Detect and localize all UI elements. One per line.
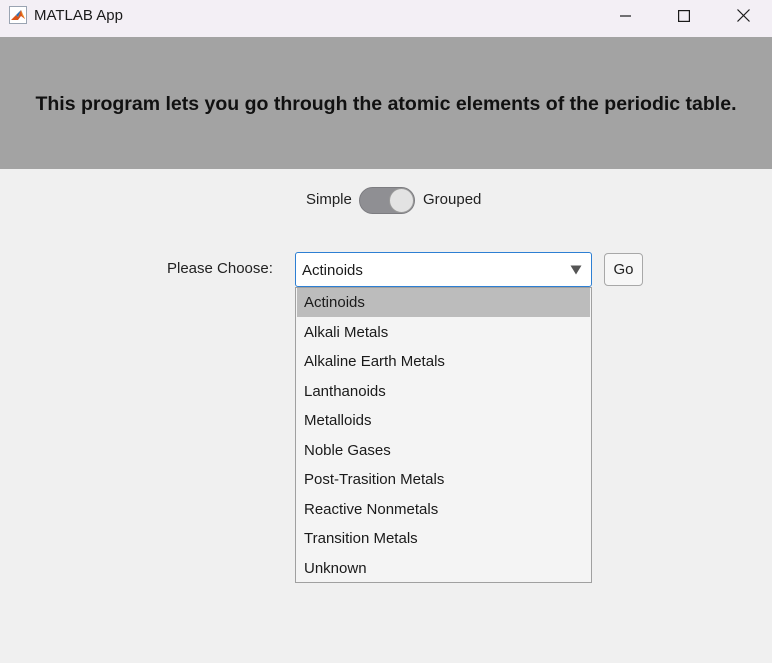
go-button[interactable]: Go [604,253,643,286]
list-item[interactable]: Alkali Metals [297,318,590,347]
banner-text: This program lets you go through the ato… [35,92,737,115]
choose-label: Please Choose: [167,260,273,277]
header-banner: This program lets you go through the ato… [0,37,772,169]
list-item[interactable]: Lanthanoids [297,377,590,406]
close-button[interactable] [714,0,772,31]
window-title: MATLAB App [34,7,123,24]
toggle-knob[interactable] [389,188,414,213]
dropdown-selected-value: Actinoids [302,262,363,279]
list-item[interactable]: Transition Metals [297,524,590,553]
title-bar[interactable]: MATLAB App [0,0,772,37]
list-item[interactable]: Unknown [297,554,590,583]
minimize-icon [620,14,631,17]
minimize-button[interactable] [597,0,655,31]
group-dropdown[interactable]: Actinoids [295,252,592,287]
close-icon [736,9,750,22]
dropdown-list: Actinoids Alkali Metals Alkaline Earth M… [295,287,592,583]
switch-right-label: Grouped [423,191,482,208]
matlab-logo-icon [9,6,27,24]
switch-left-label: Simple [306,191,352,208]
list-item[interactable]: Noble Gases [297,436,590,465]
maximize-icon [678,9,690,22]
list-item[interactable]: Post-Trasition Metals [297,465,590,494]
list-item[interactable]: Metalloids [297,406,590,435]
maximize-button[interactable] [655,0,713,31]
list-item[interactable]: Actinoids [297,288,590,317]
list-item[interactable]: Alkaline Earth Metals [297,347,590,376]
list-item[interactable]: Reactive Nonmetals [297,495,590,524]
dropdown-arrow-icon [570,265,582,275]
